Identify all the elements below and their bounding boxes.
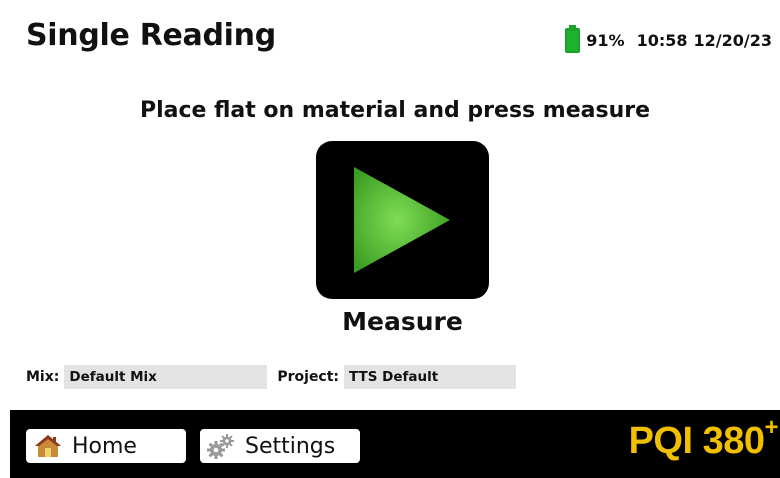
home-button[interactable]: Home [26,429,186,463]
footer-bar: Home Settings PQI 380+ [10,410,780,478]
mix-label: Mix: [26,369,60,385]
project-field[interactable]: TTS Default [344,365,517,389]
header: Single Reading 91% 10:58 12/20/23 [10,8,780,64]
fields-row: Mix: Default Mix Project: TTS Default [26,365,517,389]
brand-plus: + [764,414,778,441]
mix-field[interactable]: Default Mix [64,365,268,389]
clock-time: 10:58 [636,31,688,50]
status-bar: 91% 10:58 12/20/23 [565,25,772,53]
play-icon [354,167,450,273]
instruction-text: Place flat on material and press measure [139,98,651,123]
settings-label: Settings [245,433,336,459]
settings-button[interactable]: Settings [200,429,360,463]
brand-name: PQI 380 [628,420,765,462]
clock-date: 12/20/23 [693,31,772,50]
measure-button[interactable] [316,141,489,299]
page-title: Single Reading [26,18,276,53]
battery-percent: 91% [586,31,625,50]
measure-label: Measure [342,307,463,336]
project-label: Project: [277,369,340,385]
gears-icon [207,434,234,459]
house-icon [35,435,61,457]
battery-icon [565,25,581,53]
brand-logo: PQI 380+ [628,414,779,463]
screen: Single Reading 91% 10:58 12/20/23 Place … [10,8,780,478]
home-label: Home [72,433,137,459]
